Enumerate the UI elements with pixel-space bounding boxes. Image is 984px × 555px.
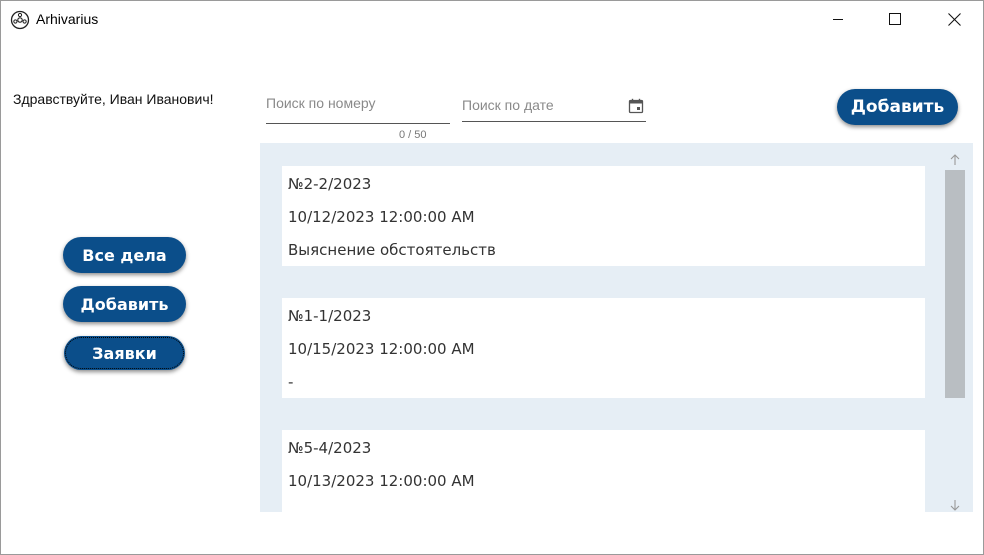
case-number: №2-2/2023 bbox=[288, 175, 372, 193]
minimize-button[interactable] bbox=[814, 1, 862, 37]
greeting-text: Здравствуйте, Иван Иванович! bbox=[13, 91, 214, 107]
sidebar-item-all-cases[interactable]: Все дела bbox=[63, 237, 186, 273]
add-case-button[interactable]: Добавить bbox=[837, 89, 958, 125]
scroll-thumb[interactable] bbox=[945, 170, 965, 398]
close-button[interactable] bbox=[930, 1, 978, 37]
case-description: - bbox=[288, 373, 294, 391]
search-date-input[interactable] bbox=[462, 97, 646, 113]
case-description: Выяснение обстоятельств bbox=[288, 241, 496, 259]
case-date: 10/13/2023 12:00:00 AM bbox=[288, 472, 475, 490]
case-card[interactable]: №5-4/2023 10/13/2023 12:00:00 AM bbox=[282, 430, 925, 512]
maximize-icon bbox=[889, 13, 901, 25]
case-date: 10/15/2023 12:00:00 AM bbox=[288, 340, 475, 358]
minimize-icon bbox=[833, 19, 843, 20]
case-card[interactable]: №2-2/2023 10/12/2023 12:00:00 AM Выяснен… bbox=[282, 166, 925, 266]
search-number-input[interactable] bbox=[266, 95, 450, 111]
cases-list[interactable]: №2-2/2023 10/12/2023 12:00:00 AM Выяснен… bbox=[260, 143, 973, 512]
app-window: Arhivarius Здравствуйте, Иван Иванович! … bbox=[0, 0, 984, 555]
app-logo-icon bbox=[10, 10, 30, 30]
search-number-counter: 0 / 50 bbox=[399, 129, 427, 141]
vertical-scrollbar[interactable] bbox=[945, 151, 965, 513]
maximize-button[interactable] bbox=[871, 1, 919, 37]
scroll-up-arrow-icon[interactable] bbox=[949, 153, 961, 167]
case-number: №1-1/2023 bbox=[288, 307, 372, 325]
scroll-down-arrow-icon[interactable] bbox=[949, 499, 961, 513]
case-number: №5-4/2023 bbox=[288, 439, 372, 457]
window-title: Arhivarius bbox=[36, 11, 99, 27]
sidebar-item-requests[interactable]: Заявки bbox=[64, 336, 185, 370]
search-number-field[interactable] bbox=[266, 95, 450, 124]
case-date: 10/12/2023 12:00:00 AM bbox=[288, 208, 475, 226]
search-date-field[interactable] bbox=[462, 97, 646, 122]
sidebar-item-add[interactable]: Добавить bbox=[63, 286, 186, 322]
calendar-icon[interactable] bbox=[628, 98, 644, 114]
title-bar[interactable]: Arhivarius bbox=[1, 1, 983, 37]
close-icon bbox=[947, 12, 961, 26]
case-card[interactable]: №1-1/2023 10/15/2023 12:00:00 AM - bbox=[282, 298, 925, 398]
